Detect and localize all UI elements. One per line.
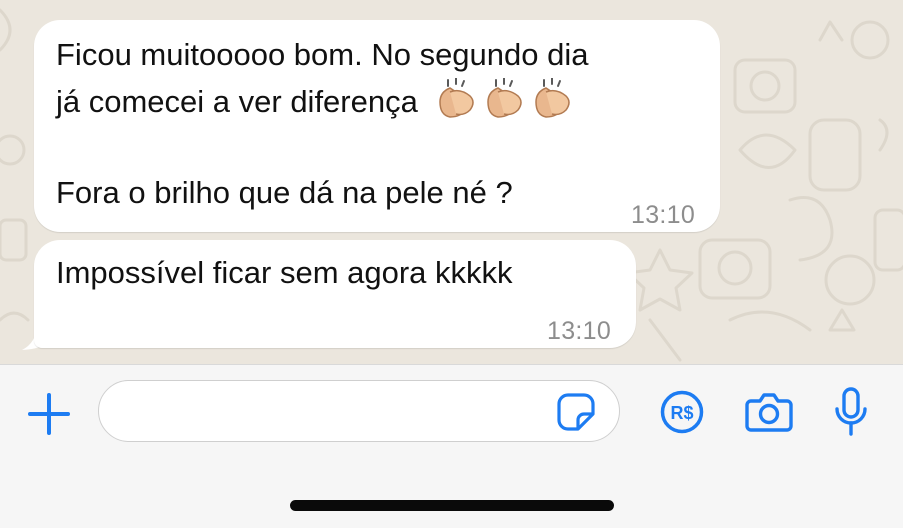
message-line: Ficou muitooooo bom. No segundo dia: [56, 37, 589, 72]
chat-area[interactable]: Ficou muitooooo bom. No segundo dia já c…: [0, 0, 903, 364]
home-indicator[interactable]: [290, 500, 614, 511]
plus-icon[interactable]: [26, 391, 72, 437]
message-timestamp: 13:10: [547, 317, 612, 345]
payment-label: R$: [670, 403, 693, 423]
message-line: Impossível ficar sem agora kkkkk: [56, 255, 513, 290]
message-bubble[interactable]: Ficou muitooooo bom. No segundo dia já c…: [34, 20, 720, 232]
sticker-icon[interactable]: [556, 392, 596, 432]
clapping-hands-emoji-group: [434, 78, 574, 118]
clapping-hands-icon: [535, 78, 571, 118]
message-timestamp: 13:10: [631, 201, 696, 229]
clapping-hands-icon: [487, 78, 523, 118]
clapping-hands-icon: [439, 78, 475, 118]
microphone-icon[interactable]: [834, 387, 868, 437]
message-line-text: já comecei a ver diferença: [56, 84, 418, 119]
message-line: Fora o brilho que dá na pele né ?: [56, 175, 513, 210]
message-input[interactable]: [98, 380, 620, 442]
message-line: já comecei a ver diferença: [56, 78, 574, 125]
payment-icon[interactable]: R$: [660, 390, 704, 434]
message-bubble[interactable]: Impossível ficar sem agora kkkkk 13:10: [34, 240, 636, 348]
camera-icon[interactable]: [745, 392, 793, 432]
